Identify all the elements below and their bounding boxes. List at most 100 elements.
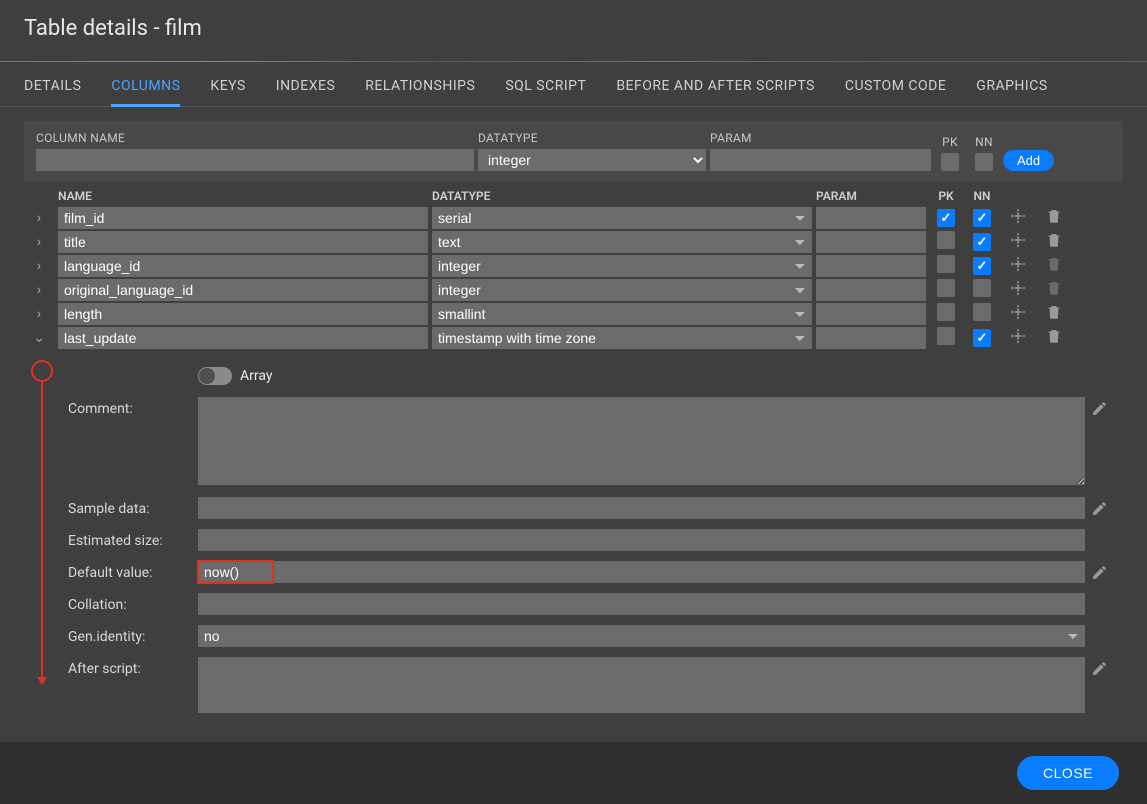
delete-icon[interactable] [1038, 255, 1070, 277]
delete-icon[interactable] [1038, 231, 1070, 253]
hdr-pk: PK [930, 189, 962, 203]
column-detail-panel: Array Comment: Sample data: Estimated si… [24, 351, 1123, 717]
row-nn-checkbox[interactable] [973, 257, 991, 275]
row-name-input[interactable] [58, 303, 428, 325]
default-label: Default value: [68, 561, 198, 581]
after-label: After script: [68, 657, 198, 677]
after-edit-icon[interactable] [1085, 657, 1113, 681]
add-datatype-select[interactable]: integer [478, 149, 706, 171]
add-nn-checkbox[interactable] [975, 153, 993, 171]
tab-sqlscript[interactable]: SQL SCRIPT [505, 74, 586, 106]
tab-bar: DETAILS COLUMNS KEYS INDEXES RELATIONSHI… [0, 62, 1147, 107]
tab-keys[interactable]: KEYS [210, 74, 245, 106]
add-datatype-label: DATATYPE [478, 131, 706, 145]
row-name-input[interactable] [58, 207, 428, 229]
default-input[interactable] [198, 561, 1085, 583]
delete-icon[interactable] [1038, 207, 1070, 229]
row-pk-checkbox[interactable] [937, 231, 955, 249]
separator [0, 61, 1147, 62]
hdr-datatype: DATATYPE [432, 189, 812, 203]
column-list-header: NAME DATATYPE PARAM PK NN [24, 181, 1123, 207]
row-name-input[interactable] [58, 231, 428, 253]
move-icon[interactable] [1002, 279, 1034, 301]
default-edit-icon[interactable] [1085, 561, 1113, 585]
add-colname-label: COLUMN NAME [36, 131, 474, 145]
table-row: ⌄ timestamp with time zone [24, 327, 1123, 349]
chevron-right-icon[interactable]: › [24, 282, 54, 298]
row-pk-checkbox[interactable] [937, 255, 955, 273]
row-name-input[interactable] [58, 255, 428, 277]
default-highlight [198, 561, 273, 583]
move-icon[interactable] [1002, 255, 1034, 277]
row-param-input[interactable] [816, 255, 926, 277]
sample-input[interactable] [198, 497, 1085, 519]
array-label: Array [240, 368, 272, 384]
row-name-input[interactable] [58, 279, 428, 301]
tab-indexes[interactable]: INDEXES [276, 74, 336, 106]
sample-edit-icon[interactable] [1085, 497, 1113, 521]
array-toggle[interactable]: Array [198, 367, 272, 385]
collation-input[interactable] [198, 593, 1085, 615]
move-icon[interactable] [1002, 303, 1034, 325]
row-pk-checkbox[interactable] [937, 279, 955, 297]
delete-icon[interactable] [1038, 303, 1070, 325]
row-param-input[interactable] [816, 327, 926, 349]
row-datatype-select[interactable]: text [432, 231, 812, 253]
tab-details[interactable]: DETAILS [24, 74, 81, 106]
chevron-down-icon[interactable]: ⌄ [24, 330, 54, 346]
sample-label: Sample data: [68, 497, 198, 517]
row-param-input[interactable] [816, 207, 926, 229]
gen-select[interactable]: no [198, 625, 1085, 647]
add-nn-label: NN [975, 135, 993, 149]
est-label: Estimated size: [68, 529, 198, 549]
row-datatype-select[interactable]: smallint [432, 303, 812, 325]
row-param-input[interactable] [816, 303, 926, 325]
add-column-bar: COLUMN NAME DATATYPE integer PARAM PK NN… [24, 121, 1123, 181]
row-nn-checkbox[interactable] [973, 209, 991, 227]
row-nn-checkbox[interactable] [973, 329, 991, 347]
hdr-name: NAME [58, 189, 428, 203]
chevron-right-icon[interactable]: › [24, 234, 54, 250]
chevron-right-icon[interactable]: › [24, 210, 54, 226]
tab-custom[interactable]: CUSTOM CODE [845, 74, 946, 106]
add-pk-checkbox[interactable] [941, 153, 959, 171]
row-nn-checkbox[interactable] [973, 233, 991, 251]
add-param-input[interactable] [710, 149, 931, 171]
collation-label: Collation: [68, 593, 198, 613]
chevron-right-icon[interactable]: › [24, 258, 54, 274]
comment-input[interactable] [198, 397, 1085, 485]
table-row: › serial [24, 207, 1123, 229]
row-datatype-select[interactable]: serial [432, 207, 812, 229]
comment-edit-icon[interactable] [1085, 397, 1113, 421]
table-row: › smallint [24, 303, 1123, 325]
row-param-input[interactable] [816, 231, 926, 253]
move-icon[interactable] [1002, 231, 1034, 253]
delete-icon[interactable] [1038, 279, 1070, 301]
tab-before-after[interactable]: BEFORE AND AFTER SCRIPTS [616, 74, 815, 106]
row-pk-checkbox[interactable] [937, 327, 955, 345]
close-button[interactable]: CLOSE [1017, 756, 1119, 790]
move-icon[interactable] [1002, 327, 1034, 349]
content-area: COLUMN NAME DATATYPE integer PARAM PK NN… [0, 107, 1147, 739]
row-pk-checkbox[interactable] [937, 303, 955, 321]
move-icon[interactable] [1002, 207, 1034, 229]
row-datatype-select[interactable]: integer [432, 279, 812, 301]
row-nn-checkbox[interactable] [973, 303, 991, 321]
tab-columns[interactable]: COLUMNS [111, 74, 180, 107]
row-param-input[interactable] [816, 279, 926, 301]
tab-graphics[interactable]: GRAPHICS [976, 74, 1047, 106]
tab-relationships[interactable]: RELATIONSHIPS [365, 74, 475, 106]
row-nn-checkbox[interactable] [973, 279, 991, 297]
row-datatype-select[interactable]: timestamp with time zone [432, 327, 812, 349]
row-pk-checkbox[interactable] [937, 209, 955, 227]
after-input[interactable] [198, 657, 1085, 713]
footer: CLOSE [0, 742, 1147, 804]
est-input[interactable] [198, 529, 1085, 551]
add-colname-input[interactable] [36, 149, 474, 171]
page-title: Table details - film [0, 0, 1147, 61]
row-name-input[interactable] [58, 327, 428, 349]
row-datatype-select[interactable]: integer [432, 255, 812, 277]
add-button[interactable]: Add [1003, 150, 1054, 171]
delete-icon[interactable] [1038, 327, 1070, 349]
chevron-right-icon[interactable]: › [24, 306, 54, 322]
